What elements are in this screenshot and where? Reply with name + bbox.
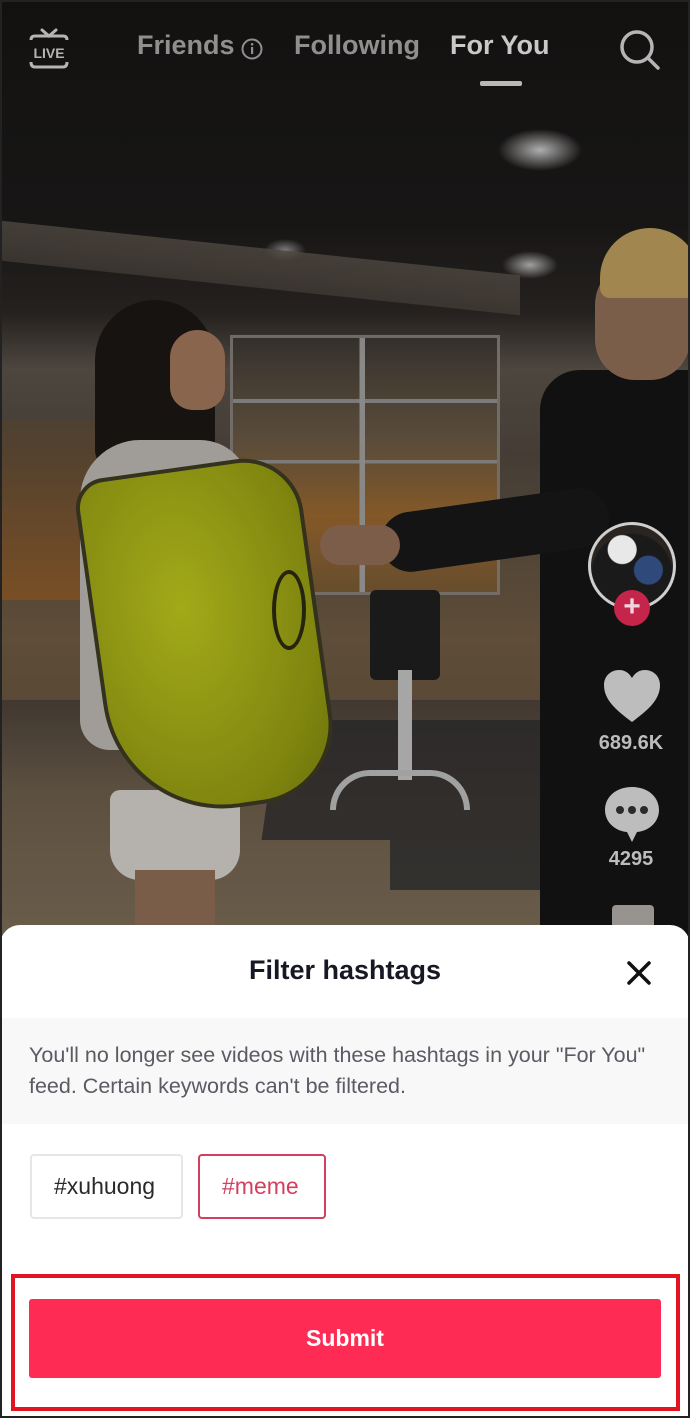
filter-description: You'll no longer see videos with these h… [0,1018,690,1124]
follow-plus-icon[interactable]: + [614,590,650,626]
info-circle-icon[interactable] [241,38,263,60]
active-tab-indicator [480,81,522,86]
tab-for-you[interactable]: For You [450,30,550,61]
hashtag-chip-selected[interactable]: #meme [198,1154,326,1219]
like-count: 689.6K [598,732,664,754]
submit-button[interactable]: Submit [29,1299,661,1378]
tab-following[interactable]: Following [294,30,420,61]
comment-bubble-icon[interactable] [603,785,661,845]
top-nav: LIVE Friends Following For You [0,0,690,100]
share-icon[interactable] [612,905,654,925]
live-tv-icon[interactable]: LIVE [26,26,72,72]
tab-friends[interactable]: Friends [137,30,235,61]
hashtag-chip[interactable]: #xuhuong [30,1154,183,1219]
comment-count: 4295 [608,848,654,870]
search-icon[interactable] [618,28,662,72]
filter-hashtags-sheet: Filter hashtags You'll no longer see vid… [0,925,690,1418]
sheet-title: Filter hashtags [248,955,442,985]
live-label: LIVE [33,45,64,61]
heart-icon[interactable] [602,668,662,724]
close-icon[interactable] [624,958,654,988]
